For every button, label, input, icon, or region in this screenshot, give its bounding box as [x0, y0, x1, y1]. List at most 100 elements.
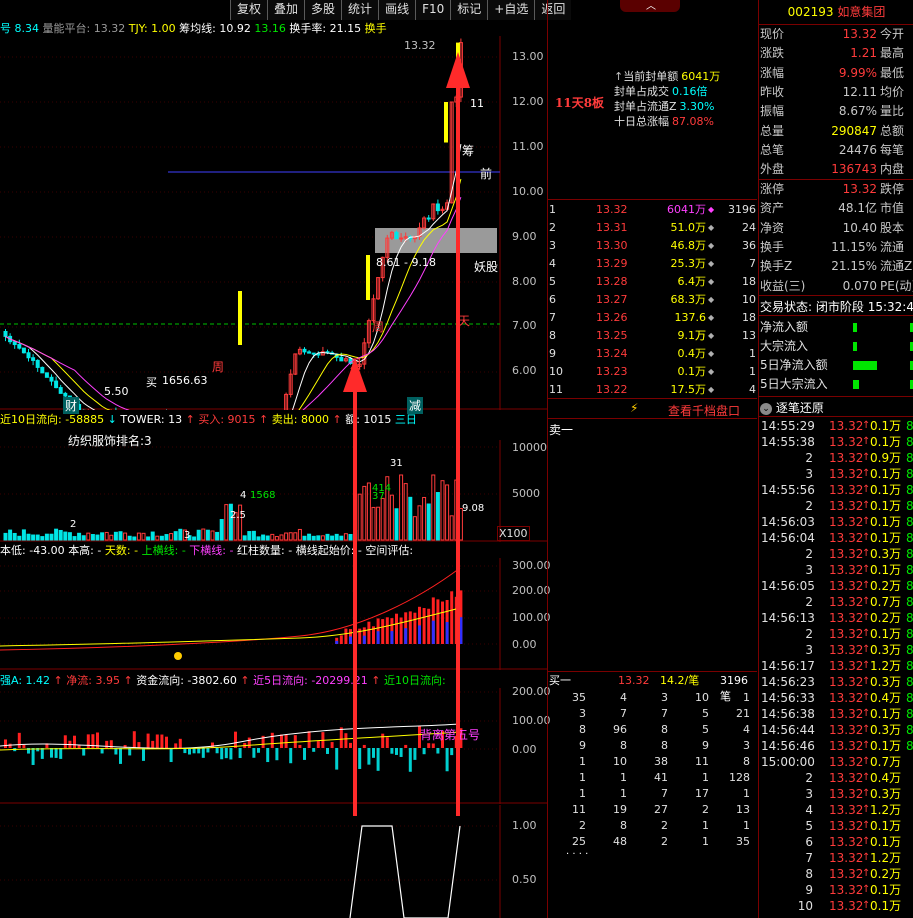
tick-volume: 0.1万	[870, 707, 902, 721]
low-price-label: 5.50	[104, 385, 129, 398]
orderbook-v: 46.8万	[670, 239, 707, 252]
fund10-value: -58885	[65, 413, 105, 426]
orderbook-row[interactable]: 3 13.30 46.8万 36 ◆	[548, 237, 758, 255]
collapse-tab[interactable]: ︿	[620, 0, 680, 12]
seal-line-value: 6041万	[681, 70, 721, 83]
arrow-up-icon: ↑	[614, 70, 624, 83]
tick-title[interactable]: ⌄ 逐笔还原	[760, 399, 824, 416]
tick-price: 13.32	[829, 755, 864, 769]
quote-row: 外盘 136743 内盘	[760, 160, 913, 179]
indicator3-chart[interactable]	[0, 688, 547, 804]
week-label-2: 周	[372, 320, 385, 334]
orderbook-v: 51.0万	[670, 221, 707, 234]
divider	[548, 671, 757, 672]
quote-value: 0.070	[842, 278, 877, 293]
orderbook-row[interactable]: 9 13.24 0.4万 1 ◆	[548, 345, 758, 363]
orderbook-row[interactable]: 1 13.32 6041万 3196 ◆	[548, 201, 758, 219]
toolbar-button-6[interactable]: 标记	[450, 0, 488, 20]
tick-price: 13.32	[829, 771, 864, 785]
seal-info: ↑当前封单额 6041万 封单占成交 0.16倍 封单占流通Z 3.30% 十日总涨幅…	[614, 69, 754, 129]
orderbook-row[interactable]: 2 13.31 51.0万 24 ◆	[548, 219, 758, 237]
ind3-d5-value: -20299.21	[311, 674, 368, 687]
orderbook-row[interactable]: 11 13.22 17.5万 4 ◆	[548, 381, 758, 399]
tick-row: 15:00:00 13.32 ↑ 0.7万	[760, 754, 913, 770]
view-orderbook-link[interactable]: 查看千档盘口	[668, 402, 740, 419]
orderbook-row[interactable]: 7 13.26 137.6万 18 ◆	[548, 309, 758, 342]
tick-price: 13.32	[829, 531, 864, 545]
orderbook-q: 24	[742, 221, 756, 234]
indicator2-header: 本低: -43.00 本高: - 天数: - 上横线: - 下横线: - 红柱数…	[0, 543, 500, 558]
buy1-row: 买一 13.32 14.2/笔 3196笔	[548, 673, 758, 703]
divider	[759, 416, 913, 417]
tick-volume: 1.2万	[870, 851, 902, 865]
tick-volume: 0.9万	[870, 451, 902, 465]
quote-label-right: PE(动)	[880, 278, 913, 293]
orderbook-row[interactable]: 10 13.23 0.1万 1 ◆	[548, 363, 758, 381]
trade-state-label: 交易状态:	[760, 300, 813, 314]
orderbook-row[interactable]: 5 13.28 6.4万 18 ◆	[548, 273, 758, 291]
quote-value: 136743	[831, 162, 877, 177]
tick-row: 14:56:03 13.32 ↑ 0.1万 8	[760, 514, 913, 530]
diamond-icon: ◆	[708, 223, 715, 232]
quote-row: 资产 48.1亿 市值	[760, 199, 913, 218]
seal-line-label: 十日总涨幅	[614, 115, 669, 128]
ind2-low-label: 本低:	[0, 544, 26, 557]
indicator3-header: 强A: 1.42 ↑ 净流: 3.95 ↑ 资金流向: -3802.60 ↑ 近…	[0, 674, 446, 687]
diamond-icon: ◆	[708, 331, 715, 340]
tick-price: 13.32	[829, 883, 864, 897]
ind3-a-value: 1.42	[25, 674, 51, 687]
queue-cell: 3	[579, 707, 586, 720]
ind2-days-value: -	[134, 544, 139, 557]
tick-time: 14:55:56	[761, 483, 815, 497]
tick-row: 5 13.32 ↑ 0.1万	[760, 818, 913, 834]
net-amount-value: 1015	[363, 413, 392, 426]
diamond-icon: ◆	[708, 385, 715, 394]
chip-avg-value: 10.92	[219, 22, 251, 35]
toolbar-button-0[interactable]: 复权	[230, 0, 268, 20]
quote-label-right: 流通Z	[880, 259, 913, 274]
queue-cell: 4	[743, 723, 750, 736]
orderbook-row[interactable]: 4 13.29 25.3万 7 ◆	[548, 255, 758, 273]
tick-time: 2	[805, 499, 813, 513]
orderbook-n: 7	[549, 311, 556, 324]
candlestick-chart[interactable]	[0, 36, 547, 410]
quote-value: 24476	[838, 142, 877, 157]
tick-price: 13.32	[829, 851, 864, 865]
tick-price: 13.32	[829, 739, 864, 753]
fund-flow-label: 5日大宗流入	[760, 377, 828, 391]
queue-row: 1 1 7 17 1	[548, 786, 758, 802]
tick-price: 13.32	[829, 515, 864, 529]
turnover-short: 换手	[364, 22, 387, 35]
quote-label-right: 每笔	[880, 142, 905, 157]
orderbook-q: 3196	[728, 203, 756, 216]
orderbook-row[interactable]: 6 13.27 68.3万 10 ◆	[548, 291, 758, 309]
queue-cell: 1	[702, 835, 709, 848]
tick-time: 10	[797, 899, 813, 913]
volume-platform-value: 13.32	[93, 22, 126, 35]
orderbook-p: 13.25	[596, 329, 628, 342]
orderbook-n: 3	[549, 239, 556, 252]
indicator4-chart[interactable]	[0, 805, 547, 918]
toolbar-button-4[interactable]: 画线	[378, 0, 416, 20]
tick-price: 13.32	[829, 467, 864, 481]
indicator2-chart[interactable]	[0, 558, 547, 670]
queue-cell: 2	[661, 819, 668, 832]
quote-label-right: 市值	[880, 201, 905, 216]
queue-cell: 11	[572, 803, 586, 816]
toolbar-button-3[interactable]: 统计	[341, 0, 379, 20]
stock-title: 002193 如意集团	[760, 3, 913, 21]
tick-time: 2	[805, 547, 813, 561]
ind2-low-value: -43.00	[29, 544, 65, 557]
queue-cell: 21	[736, 707, 750, 720]
orderbook-n: 11	[549, 383, 563, 396]
fund-flow-label: 5日净流入额	[760, 358, 828, 372]
ind2-up-value: -	[181, 544, 186, 557]
ind2-space-label: 空间评估:	[365, 544, 414, 557]
toolbar-button-1[interactable]: 叠加	[267, 0, 305, 20]
quote-label: 涨幅	[760, 65, 785, 80]
tick-time: 14:56:17	[761, 659, 815, 673]
tick-side: 8	[906, 579, 913, 593]
toolbar-button-2[interactable]: 多股	[304, 0, 342, 20]
orderbook-row[interactable]: 8 13.25 9.1万 13 ◆	[548, 327, 758, 345]
toolbar-button-5[interactable]: F10	[415, 0, 451, 20]
